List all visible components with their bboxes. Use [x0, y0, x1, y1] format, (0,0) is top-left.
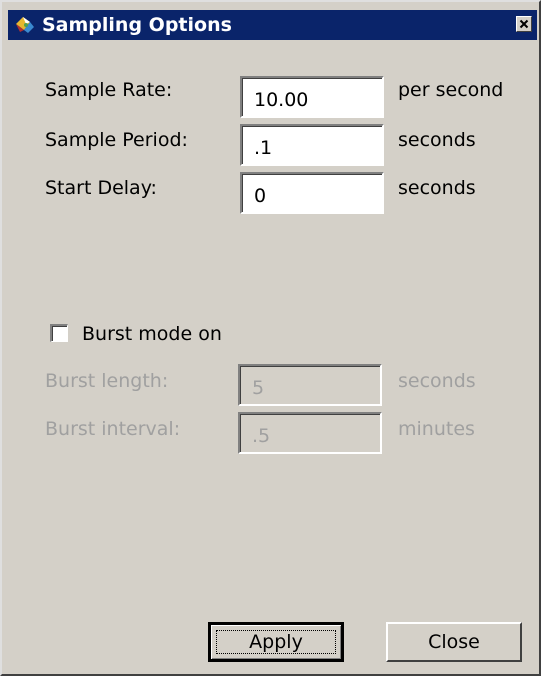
window-title: Sampling Options — [42, 14, 232, 36]
sample-rate-unit: per second — [398, 79, 504, 101]
sample-period-input[interactable]: .1 — [240, 124, 384, 166]
apply-button-label: Apply — [249, 631, 303, 653]
burst-length-label: Burst length: — [45, 370, 169, 392]
sampling-options-dialog: Sampling Options Sample Rate: 10.00 per … — [0, 0, 541, 676]
burst-length-unit: seconds — [398, 370, 476, 392]
start-delay-label: Start Delay: — [45, 177, 157, 199]
burst-interval-input: .5 — [238, 412, 382, 454]
sample-period-unit: seconds — [398, 129, 476, 151]
sample-rate-label: Sample Rate: — [45, 79, 173, 101]
sample-rate-input[interactable]: 10.00 — [240, 76, 384, 118]
title-bar[interactable]: Sampling Options — [8, 10, 537, 40]
burst-mode-checkbox[interactable] — [50, 324, 68, 342]
start-delay-unit: seconds — [398, 177, 476, 199]
app-icon — [14, 15, 36, 35]
burst-length-input: 5 — [238, 364, 382, 406]
sample-period-label: Sample Period: — [45, 129, 188, 151]
close-icon[interactable] — [516, 16, 532, 32]
close-button[interactable]: Close — [386, 622, 522, 662]
burst-interval-label: Burst interval: — [45, 418, 181, 440]
apply-button[interactable]: Apply — [208, 622, 344, 662]
close-button-label: Close — [428, 631, 480, 653]
burst-interval-unit: minutes — [398, 418, 475, 440]
start-delay-input[interactable]: 0 — [240, 172, 384, 214]
burst-mode-label[interactable]: Burst mode on — [82, 322, 222, 346]
